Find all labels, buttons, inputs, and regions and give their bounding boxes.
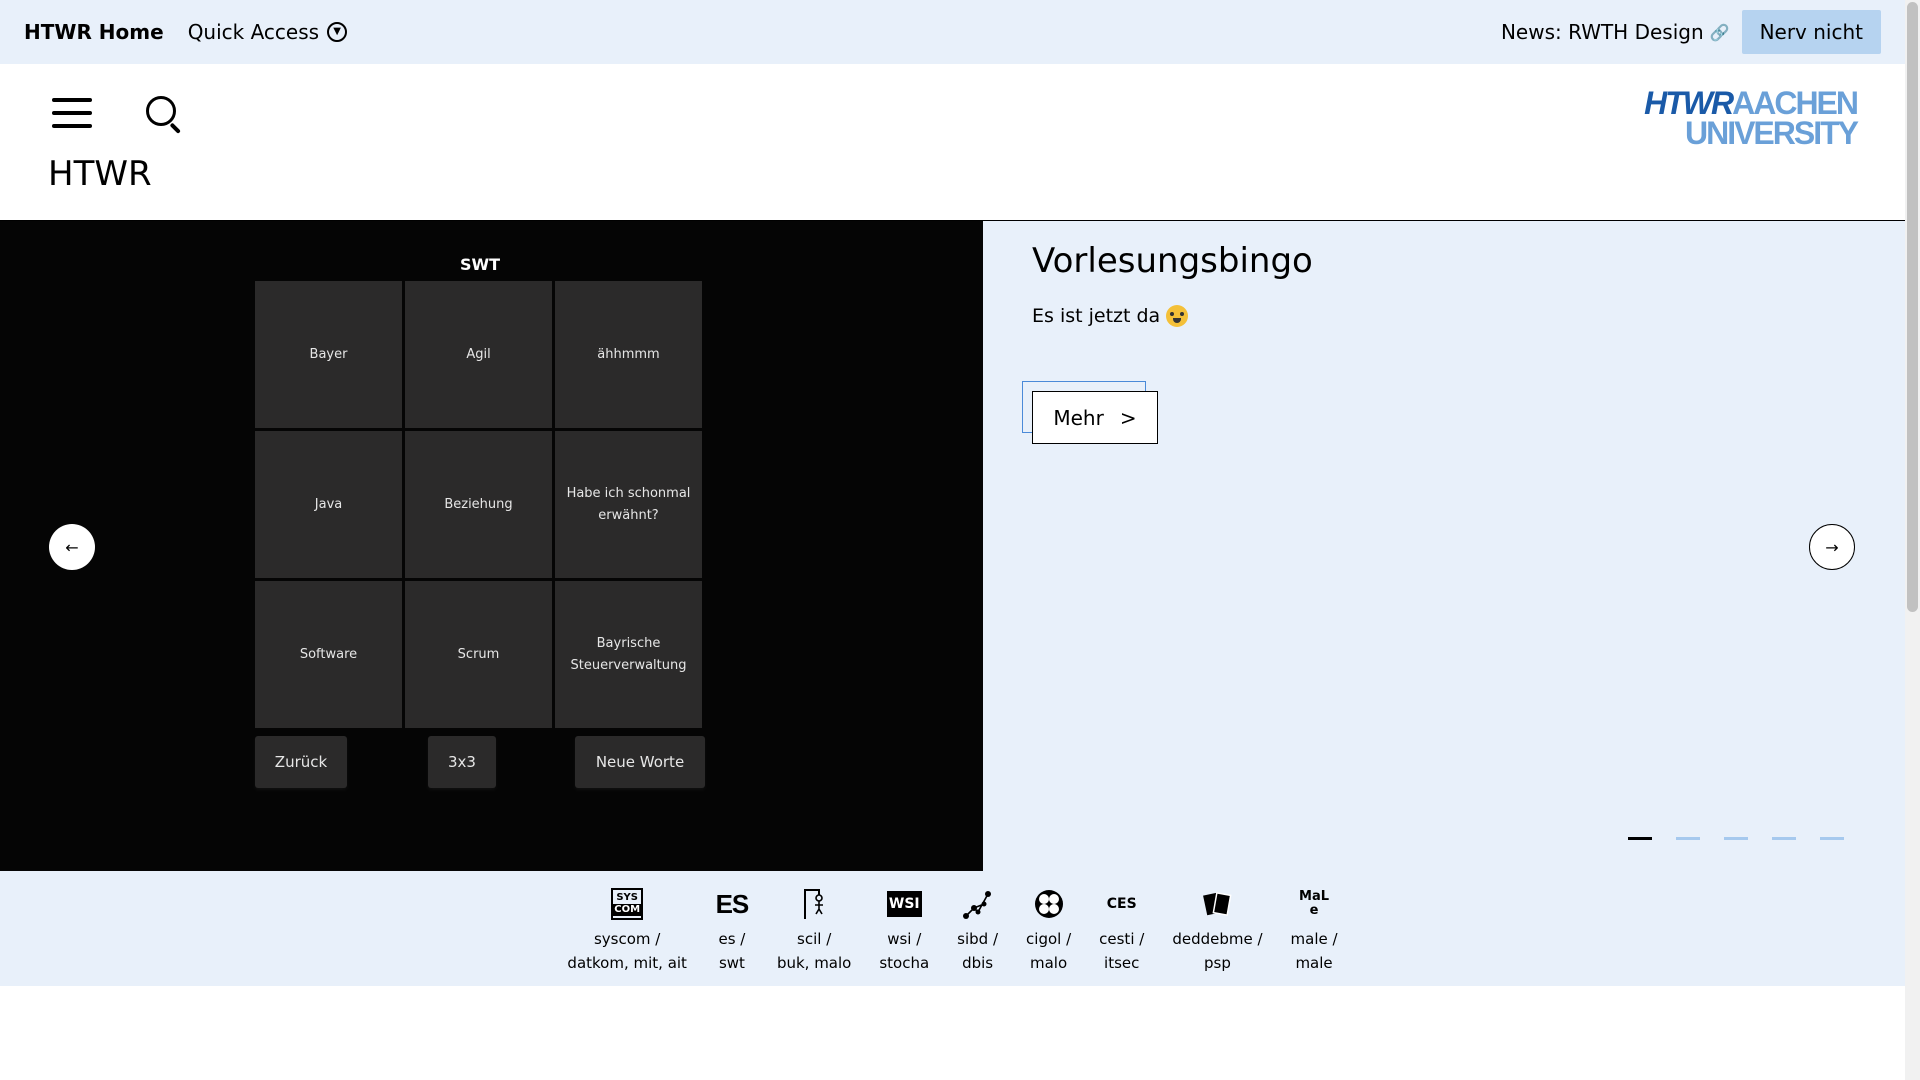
quicklink-line1: cigol / [1026, 930, 1072, 948]
male-glyph: MaLe [1299, 889, 1330, 918]
quicklink-sibd[interactable]: sibd / dbis [957, 887, 998, 986]
quicklink-male[interactable]: MaLe male / male [1291, 887, 1338, 986]
bingo-size-button: 3x3 [428, 736, 496, 788]
scrollbar-thumb[interactable] [1907, 2, 1918, 612]
link-icon: 🔗 [1709, 22, 1730, 42]
hamburger-menu-icon[interactable] [52, 98, 92, 128]
news-label: News: RWTH Design [1500, 20, 1704, 44]
news-link[interactable]: News: RWTH Design 🔗 [1501, 20, 1730, 44]
slide-description: Es ist jetzt da [1032, 305, 1313, 327]
hero-carousel: SWT Bayer Agil ähhmmm Java Beziehung Hab… [0, 221, 1905, 871]
cards-icon [1200, 887, 1234, 921]
quicklink-syscom[interactable]: SYS COM syscom / datkom, mit, ait [567, 887, 687, 986]
page-scrollbar[interactable] [1905, 0, 1920, 1080]
hangman-icon [797, 887, 831, 921]
bingo-grid: Bayer Agil ähhmmm Java Beziehung Habe ic… [255, 281, 705, 728]
quicklink-wsi[interactable]: WSI wsi / stocha [879, 887, 929, 986]
quicklink-line1: deddebme / [1172, 930, 1263, 948]
cesti-glyph: CES [1106, 896, 1137, 912]
chevron-down-icon: ▼ [327, 22, 348, 42]
top-utility-bar: HTWR Home Quick Access ▼ News: RWTH Desi… [0, 0, 1905, 64]
bingo-cell: Scrum [405, 581, 552, 728]
syscom-icon: SYS COM [610, 887, 644, 921]
bingo-controls: Zurück 3x3 Neue Worte [255, 736, 705, 796]
more-label: Mehr [1053, 405, 1104, 430]
logo-university-text: UNIVERSITY [1684, 115, 1859, 151]
quicklink-cesti[interactable]: CES cesti / itsec [1099, 887, 1144, 986]
es-icon: ES [715, 887, 750, 921]
bingo-cell: Bayrische Steuerverwaltung [555, 581, 702, 728]
bingo-title: SWT [459, 255, 501, 274]
quicklink-line2: itsec [1104, 954, 1140, 972]
quick-access-label: Quick Access [187, 20, 320, 44]
quicklink-line1: wsi / [887, 930, 922, 948]
graph-icon [961, 887, 995, 921]
carousel-next-button[interactable]: → [1809, 524, 1855, 570]
arrow-left-icon: ← [65, 537, 79, 557]
site-header: HTWR HTWRAACHEN UNIVERSITY [0, 64, 1905, 221]
carousel-dot-2[interactable] [1676, 837, 1700, 840]
slide-description-text: Es ist jetzt da [1032, 305, 1161, 327]
search-icon[interactable] [146, 96, 182, 134]
site-title: HTWR [48, 154, 152, 194]
university-logo[interactable]: HTWRAACHEN UNIVERSITY [1644, 87, 1859, 151]
quicklink-line2: swt [718, 954, 745, 972]
quicklink-deddebme[interactable]: deddebme / psp [1172, 887, 1263, 986]
quicklink-line2: stocha [879, 954, 930, 972]
carousel-dot-4[interactable] [1772, 837, 1796, 840]
wsi-glyph: WSI [886, 891, 922, 917]
wsi-icon: WSI [886, 887, 922, 921]
quicklink-line1: sibd / [957, 930, 999, 948]
quicklink-line1: male / [1290, 930, 1338, 948]
bingo-new-words-button: Neue Worte [575, 736, 705, 788]
es-glyph: ES [715, 889, 750, 919]
more-button-wrapper: Mehr > [1022, 381, 1158, 447]
bingo-back-button: Zurück [255, 736, 347, 788]
bingo-cell: Bayer [255, 281, 402, 428]
bingo-cell: Beziehung [405, 431, 552, 578]
bingo-cell: Habe ich schonmal erwähnt? [555, 431, 702, 578]
quicklink-line1: cesti / [1099, 930, 1145, 948]
course-quicklinks: SYS COM syscom / datkom, mit, ait ES es /… [0, 871, 1905, 986]
quicklink-line2: dbis [962, 954, 994, 972]
quicklink-cigol[interactable]: cigol / malo [1026, 887, 1071, 986]
quicklink-line2: buk, malo [776, 954, 852, 972]
quicklink-es[interactable]: ES es / swt [715, 887, 750, 986]
carousel-dot-3[interactable] [1724, 837, 1748, 840]
quicklink-line2: malo [1030, 954, 1068, 972]
male-icon: MaLe [1297, 887, 1331, 921]
shocked-face-emoji-icon [1166, 305, 1189, 327]
nerv-nicht-button[interactable]: Nerv nicht [1741, 10, 1881, 54]
carousel-indicators [1628, 837, 1844, 840]
carousel-prev-button[interactable]: ← [49, 524, 95, 570]
quicklink-line1: es / [718, 930, 746, 948]
bingo-cell: ähhmmm [555, 281, 702, 428]
top-right-group: News: RWTH Design 🔗 Nerv nicht [1501, 10, 1881, 54]
bingo-cell: Agil [405, 281, 552, 428]
slide-image: SWT Bayer Agil ähhmmm Java Beziehung Hab… [0, 221, 983, 871]
bingo-cell: Software [255, 581, 402, 728]
chevron-right-icon: > [1119, 405, 1137, 430]
bingo-cell: Java [255, 431, 402, 578]
quicklink-line2: male [1295, 954, 1333, 972]
bingo-screenshot: SWT Bayer Agil ähhmmm Java Beziehung Hab… [255, 249, 705, 796]
quicklink-scil[interactable]: scil / buk, malo [777, 887, 851, 986]
more-button[interactable]: Mehr > [1032, 391, 1158, 444]
cesti-icon: CES [1105, 887, 1139, 921]
carousel-dot-5[interactable] [1820, 837, 1844, 840]
quicklink-line2: psp [1203, 954, 1231, 972]
arrow-right-icon: → [1825, 537, 1839, 557]
slide-heading: Vorlesungsbingo [1032, 241, 1313, 281]
slide-text: Vorlesungsbingo Es ist jetzt da [1032, 241, 1313, 327]
quicklink-line1: scil / [797, 930, 832, 948]
quick-access-toggle[interactable]: Quick Access ▼ [187, 20, 348, 44]
quicklink-line2: datkom, mit, ait [567, 954, 687, 972]
quicklink-line1: syscom / [593, 930, 661, 948]
carousel-dot-1[interactable] [1628, 837, 1652, 840]
home-link[interactable]: HTWR Home [24, 20, 164, 44]
cigol-icon [1032, 887, 1066, 921]
